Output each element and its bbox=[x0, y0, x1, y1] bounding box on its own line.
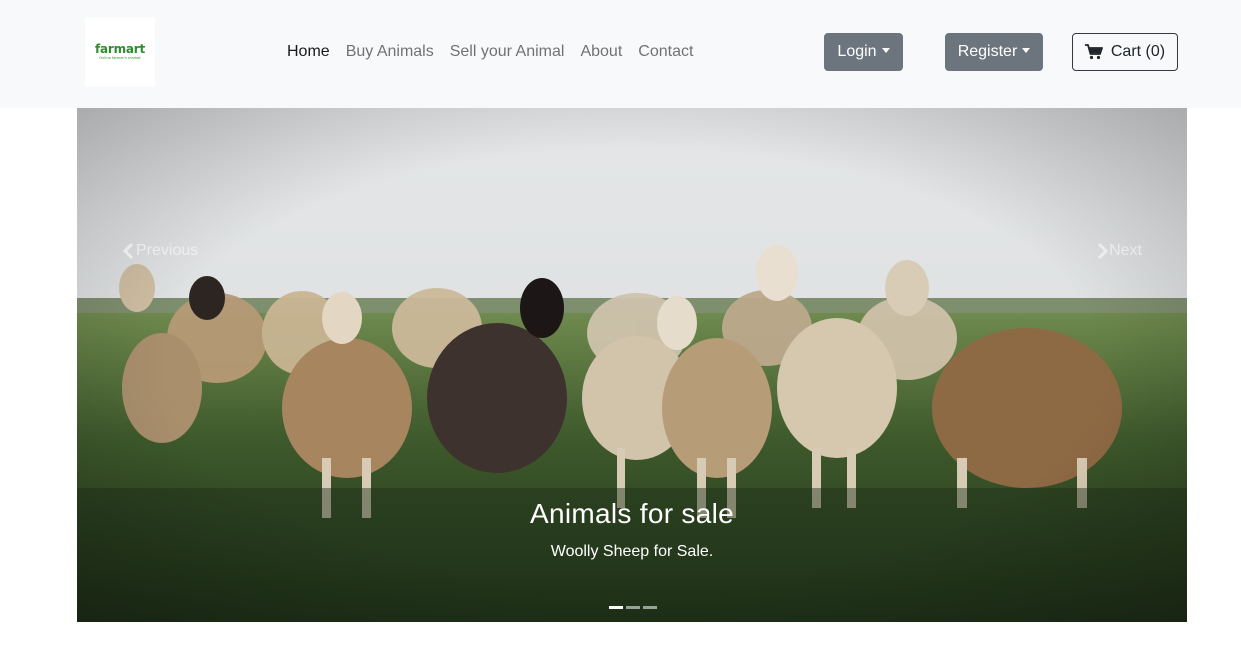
cart-label: Cart (0) bbox=[1110, 43, 1166, 60]
chevron-down-icon bbox=[1022, 47, 1031, 53]
navbar: farmart Online farmer's market Home Buy … bbox=[0, 0, 1241, 108]
nav-link-sell-animal[interactable]: Sell your Animal bbox=[442, 43, 573, 61]
nav-link-about[interactable]: About bbox=[572, 43, 630, 61]
carousel-next-label: Next bbox=[1109, 242, 1142, 259]
carousel-indicator[interactable] bbox=[609, 606, 623, 609]
brand-logo[interactable]: farmart Online farmer's market bbox=[85, 17, 155, 87]
carousel-indicator[interactable] bbox=[643, 606, 657, 609]
carousel-indicator[interactable] bbox=[626, 606, 640, 609]
nav-link-buy-animals[interactable]: Buy Animals bbox=[338, 43, 442, 61]
register-label: Register bbox=[957, 43, 1018, 60]
chevron-left-icon bbox=[122, 242, 134, 260]
carousel-next-control[interactable]: Next bbox=[1095, 242, 1142, 260]
shopping-cart-icon bbox=[1084, 44, 1103, 60]
main-nav: Home Buy Animals Sell your Animal About … bbox=[279, 35, 701, 69]
carousel-previous-label: Previous bbox=[136, 242, 199, 259]
carousel-previous-control[interactable]: Previous bbox=[122, 242, 198, 260]
nav-link-contact[interactable]: Contact bbox=[630, 43, 701, 61]
cart-button[interactable]: Cart (0) bbox=[1072, 33, 1178, 71]
hero-carousel: Previous Next Animals for sale Woolly Sh… bbox=[77, 108, 1187, 622]
nav-link-home[interactable]: Home bbox=[279, 43, 338, 61]
carousel-indicators bbox=[609, 606, 657, 609]
logo-wordmark: farmart bbox=[94, 42, 146, 56]
login-label: Login bbox=[837, 43, 877, 60]
chevron-right-icon bbox=[1098, 242, 1109, 260]
carousel-caption-title: Animals for sale bbox=[530, 498, 734, 529]
carousel-caption-text: Woolly Sheep for Sale. bbox=[550, 543, 714, 560]
chevron-down-icon bbox=[881, 47, 890, 53]
register-dropdown-button[interactable]: Register bbox=[945, 33, 1043, 71]
logo-tagline: Online farmer's market bbox=[99, 56, 141, 60]
login-dropdown-button[interactable]: Login bbox=[824, 33, 903, 71]
